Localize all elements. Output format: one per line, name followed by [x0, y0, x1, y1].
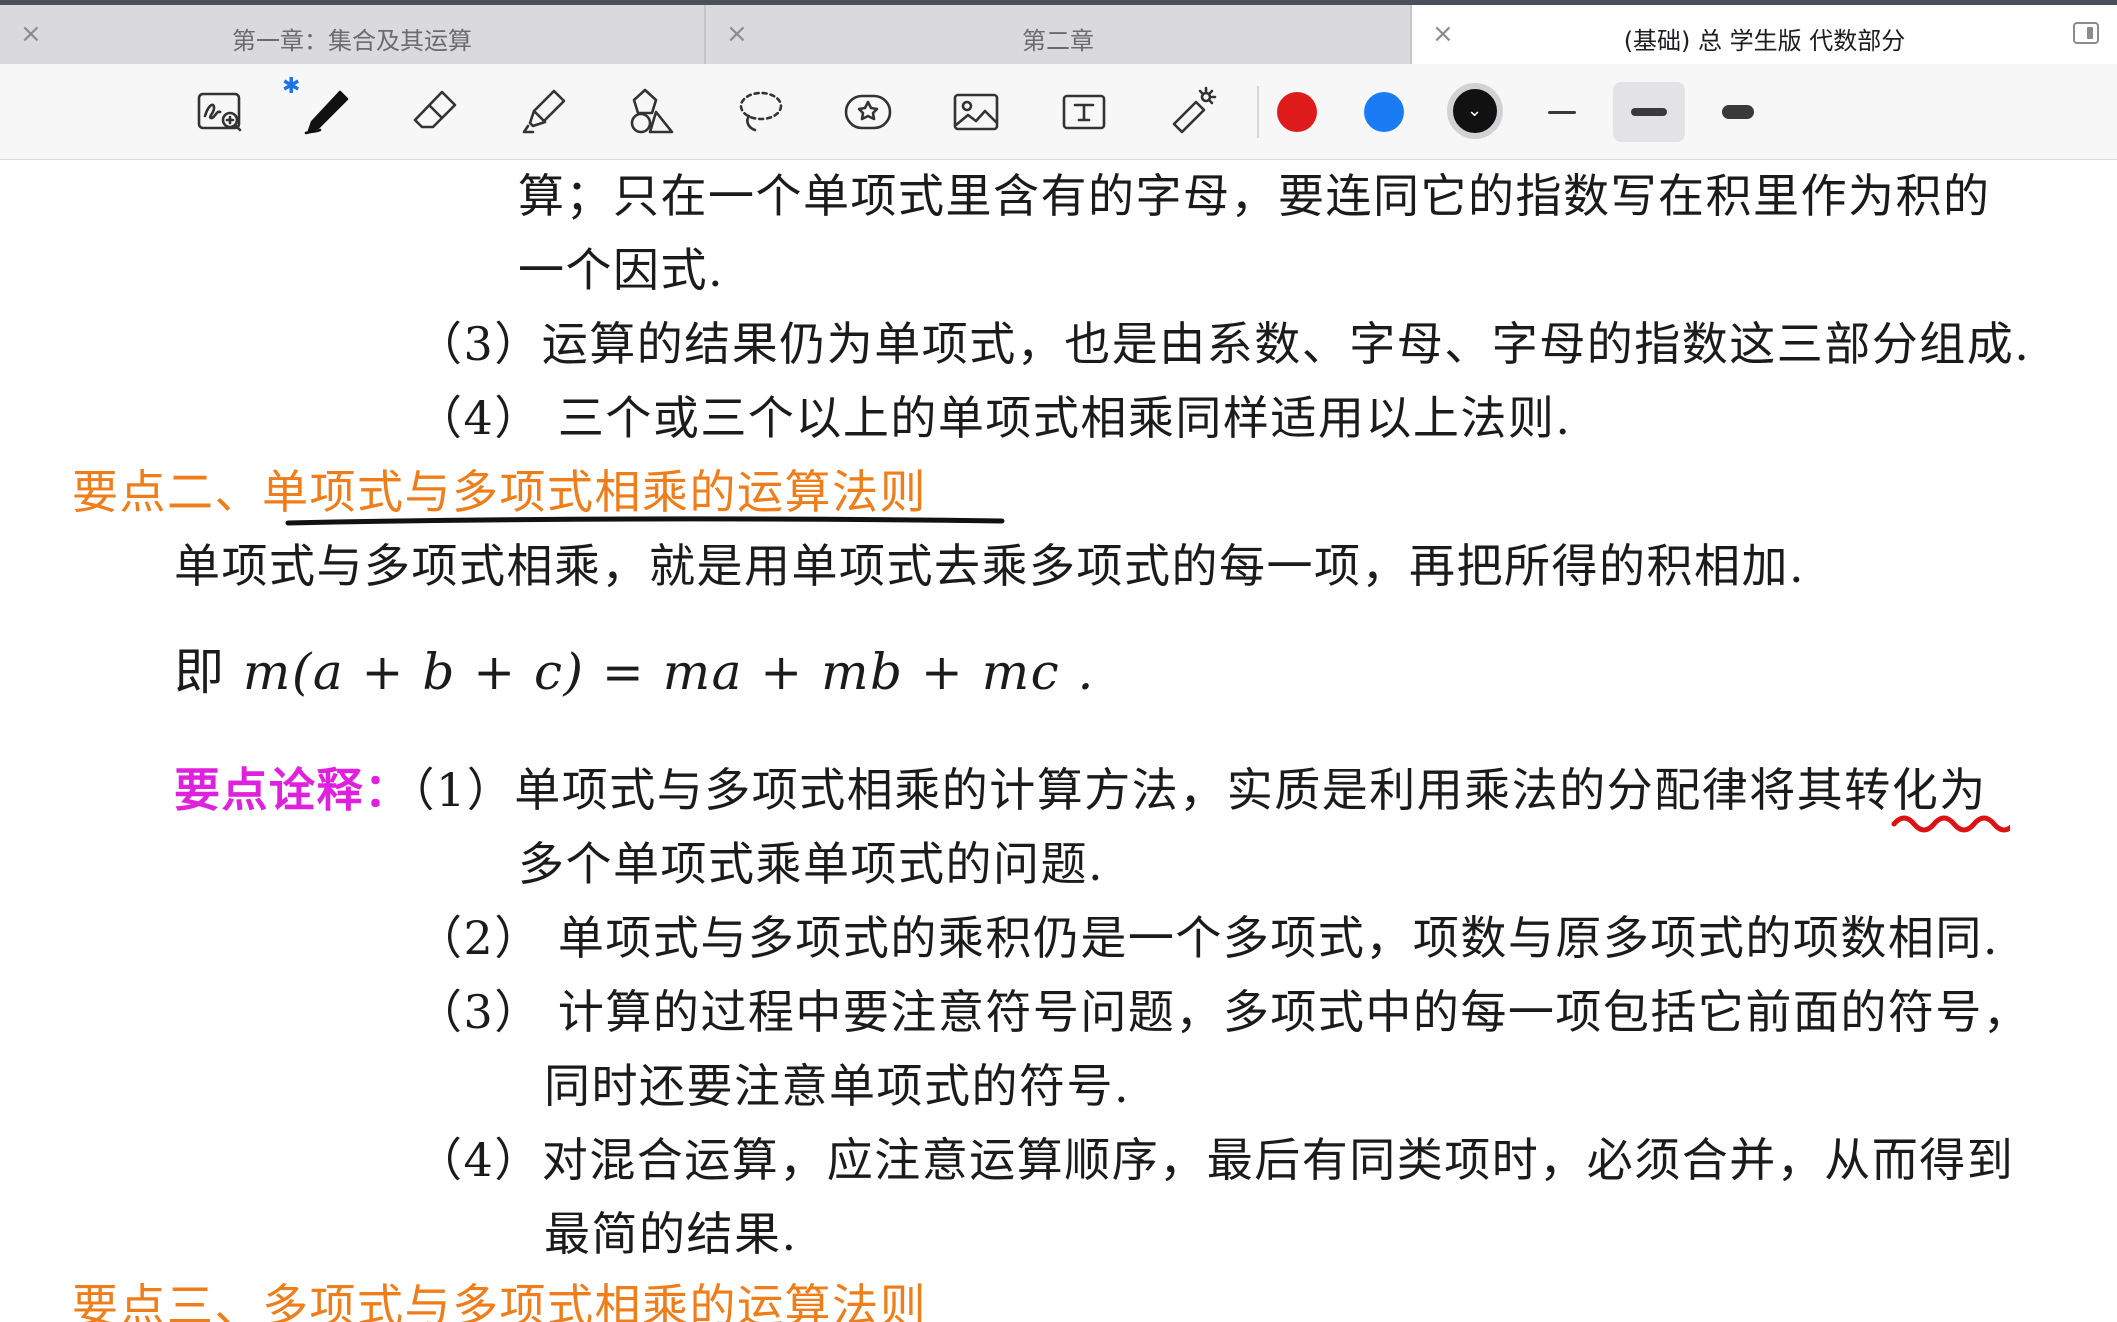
heading-prefix: 要点二、 — [72, 465, 262, 519]
note-text: 多个单项式乘单项式的问题. — [518, 837, 1105, 891]
laser-pointer-icon[interactable] — [1162, 82, 1222, 142]
color-black-swatch-selected[interactable]: ⌄ — [1447, 83, 1503, 139]
document-page[interactable]: 算；只在一个单项式里含有的字母，要连同它的指数写在积里作为积的 一个因式. （3… — [0, 160, 2117, 1322]
tab-algebra-active[interactable]: × (基础) 总 学生版 代数部分 — [1412, 5, 2117, 69]
list-item: （4） 三个或三个以上的单项式相乘同样适用以上法则. — [416, 391, 1572, 445]
formula: m(a + b + c) = ma + mb + mc . — [242, 643, 1095, 701]
formula-line: 即 m(a + b + c) = ma + mb + mc . — [174, 632, 1095, 704]
tab-label[interactable]: 第一章：集合及其运算 — [60, 21, 644, 56]
paragraph-text: 一个因式. — [518, 243, 725, 297]
tab-bar: × 第一章：集合及其运算 × 第二章 × (基础) 总 学生版 代数部分 — [0, 0, 2117, 69]
rule-text: 单项式与多项式相乘，就是用单项式去乘多项式的每一项，再把所得的积相加. — [174, 539, 1806, 593]
note-label: 要点诠释： — [174, 763, 412, 817]
note-item-2: （2） 单项式与多项式的乘积仍是一个多项式，项数与原多项式的项数相同. — [416, 911, 2000, 965]
note-text: （1）单项式与多项式相乘的计算方法，实质是利用乘法的分配律将其转化为 — [411, 763, 1987, 817]
note-item-4: （4）对混合运算，应注意运算顺序，最后有同类项时，必须合并，从而得到 — [416, 1133, 2015, 1187]
tab-label[interactable]: (基础) 总 学生版 代数部分 — [1472, 21, 2057, 56]
color-blue-swatch[interactable] — [1364, 92, 1404, 132]
stroke-medium-button[interactable] — [1613, 82, 1685, 142]
close-tab-icon[interactable]: × — [20, 19, 42, 49]
tab-label[interactable]: 第二章 — [766, 21, 1350, 56]
tab-chapter-2[interactable]: × 第二章 — [706, 5, 1412, 64]
paragraph-text: 算；只在一个单项式里含有的字母，要连同它的指数写在积里作为积的 — [518, 169, 1991, 223]
sidebar-toggle-icon[interactable] — [2073, 22, 2099, 44]
shapes-icon[interactable] — [622, 82, 682, 142]
color-red-swatch[interactable] — [1277, 92, 1317, 132]
heading-title: 单项式与多项式相乘的运算法则 — [262, 465, 927, 519]
note-item-1: 要点诠释：（1）单项式与多项式相乘的计算方法，实质是利用乘法的分配律将其转化为 — [174, 754, 1987, 820]
lasso-icon[interactable] — [730, 82, 790, 142]
note-text: 最简的结果. — [544, 1207, 798, 1261]
stroke-thin-button[interactable] — [1526, 82, 1598, 142]
zoom-handwriting-icon[interactable] — [190, 82, 250, 142]
eraser-icon[interactable] — [405, 82, 465, 142]
stroke-thick-button[interactable] — [1702, 82, 1774, 142]
pen-icon[interactable] — [296, 82, 356, 142]
section-heading-2: 要点二、单项式与多项式相乘的运算法则 — [72, 456, 927, 522]
sticker-icon[interactable] — [838, 82, 898, 142]
list-item: （3）运算的结果仍为单项式，也是由系数、字母、字母的指数这三部分组成. — [416, 317, 2031, 371]
text-box-icon[interactable] — [1054, 82, 1114, 142]
toolbar-divider — [1257, 86, 1259, 138]
tab-chapter-1[interactable]: × 第一章：集合及其运算 — [0, 5, 706, 64]
highlighter-icon[interactable] — [514, 82, 574, 142]
image-icon[interactable] — [946, 82, 1006, 142]
chevron-down-icon: ⌄ — [1467, 100, 1483, 121]
close-tab-icon[interactable]: × — [1432, 19, 1454, 49]
section-heading-3: 要点三、多项式与多项式相乘的运算法则 — [72, 1279, 927, 1322]
drawing-toolbar: ✱ ⌄ — [0, 64, 2117, 160]
note-item-3: （3） 计算的过程中要注意符号问题，多项式中的每一项包括它前面的符号， — [416, 985, 2031, 1039]
formula-prefix: 即 — [174, 643, 226, 701]
close-tab-icon[interactable]: × — [726, 19, 748, 49]
note-text: 同时还要注意单项式的符号. — [544, 1059, 1131, 1113]
